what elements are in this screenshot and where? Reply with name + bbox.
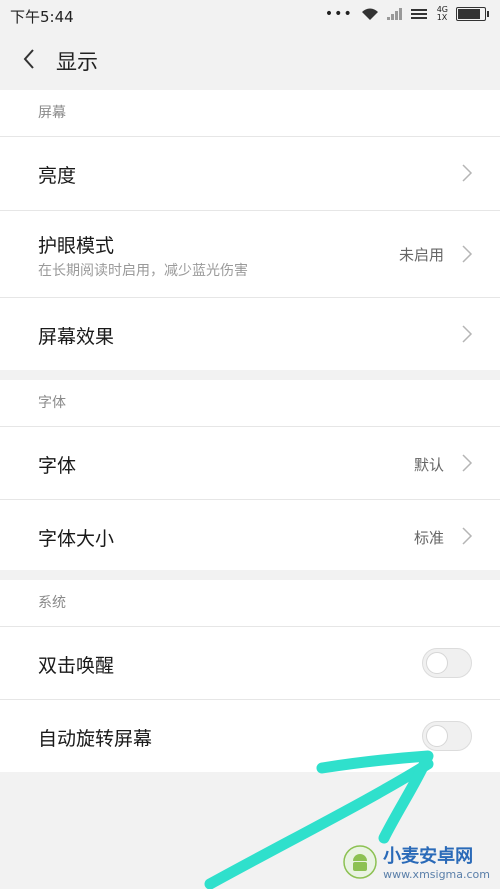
watermark-url: www.xmsigma.com xyxy=(383,868,490,881)
annotation-arrow xyxy=(204,750,434,889)
android-logo-icon xyxy=(343,844,377,879)
watermark-name: 小麦安卓网 xyxy=(383,846,474,867)
watermark: 小麦安卓网 www.xmsigma.com xyxy=(343,842,490,881)
